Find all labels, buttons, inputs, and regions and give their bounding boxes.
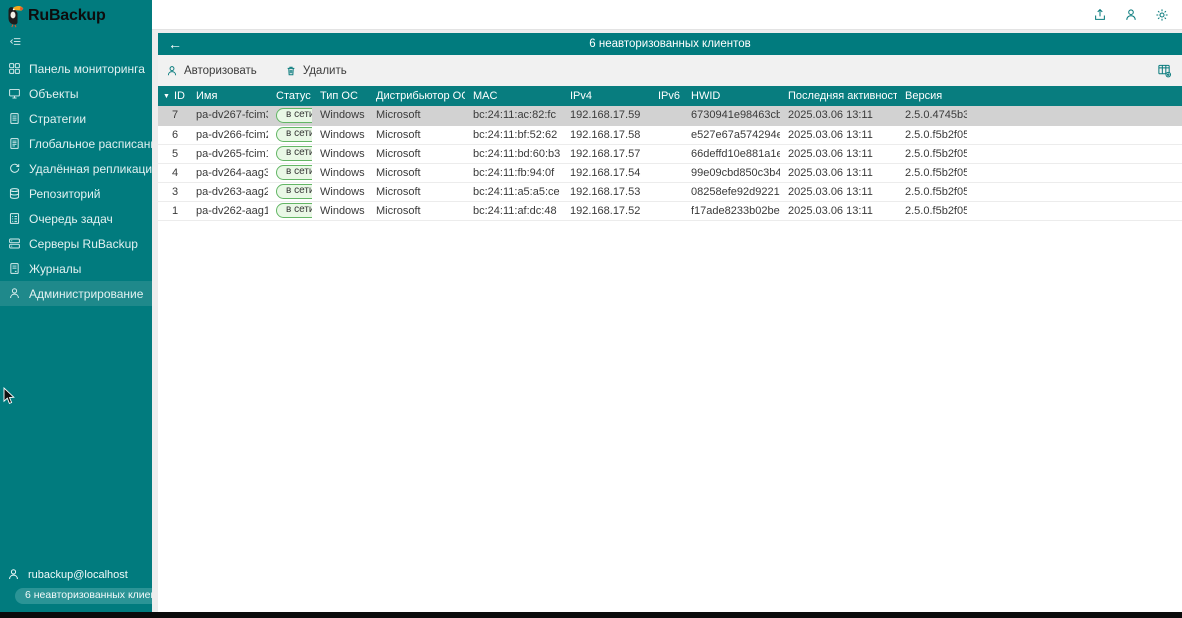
schedule-icon (10, 138, 19, 149)
status-badge: в сети (276, 203, 312, 218)
replication-icon (10, 163, 20, 173)
view-title: 6 неавторизованных клиентов (589, 38, 751, 50)
collapse-sidebar-icon (9, 38, 21, 45)
user-icon[interactable] (1124, 8, 1138, 22)
sidebar-item-journals[interactable]: Журналы (0, 256, 152, 281)
sidebar-item-monitoring-panel[interactable]: Панель мониторинга (0, 56, 152, 81)
column-header-last-activity[interactable]: Последняя активность (780, 86, 897, 106)
sidebar-footer: rubackup@localhost 6 неавторизованных кл… (0, 564, 183, 612)
settings-gear-icon[interactable] (1155, 8, 1169, 22)
unauthorized-clients-button[interactable]: 6 неавторизованных клиентов (7, 585, 183, 606)
column-settings-button[interactable] (1157, 63, 1172, 78)
column-settings-icon (1158, 64, 1172, 78)
app-logo: RuBackup (0, 0, 152, 28)
column-header-name[interactable]: Имя (188, 86, 268, 106)
status-badge: в сети (276, 146, 312, 161)
column-header-mac[interactable]: MAC (465, 86, 562, 106)
table-row[interactable]: 4 pa-dv264-aag3 в сети Windows Microsoft… (158, 163, 1182, 183)
sort-desc-icon: ▼ (163, 93, 170, 100)
sidebar-item-rubackup-servers[interactable]: Серверы RuBackup (0, 231, 152, 256)
column-header-os-vendor[interactable]: Дистрибьютор ОС (368, 86, 465, 106)
status-badge: в сети (276, 127, 312, 142)
delete-button[interactable]: Удалить (285, 65, 347, 77)
column-header-status[interactable]: Статус (268, 86, 312, 106)
servers-icon (9, 238, 20, 249)
table-body: 7 pa-dv267-fcim3 в сети Windows Microsof… (158, 106, 1182, 221)
logo-text: RuBackup (28, 7, 106, 24)
topbar (152, 0, 1182, 30)
sidebar-collapse-button[interactable] (0, 28, 152, 50)
task-list-icon (9, 213, 20, 224)
main-area: ← 6 неавторизованных клиентов Авторизова… (152, 0, 1182, 612)
upload-icon[interactable] (1093, 8, 1107, 22)
column-header-filler (967, 86, 1182, 106)
monitor-icon (9, 88, 20, 99)
table-row[interactable]: 1 pa-dv262-aag1 в сети Windows Microsoft… (158, 201, 1182, 221)
authorize-button[interactable]: Авторизовать (166, 65, 257, 77)
column-header-hwid[interactable]: HWID (683, 86, 780, 106)
column-header-id[interactable]: ▼ ID (158, 86, 188, 106)
status-badge: в сети (276, 107, 312, 123)
authorize-person-icon (167, 65, 177, 75)
user-icon (9, 569, 18, 580)
dashboard-icon (9, 63, 20, 74)
clients-table: ▼ ID Имя Статус Тип ОС Дистрибьютор ОС MA… (158, 86, 1182, 221)
clients-panel: Авторизовать Удалить ▼ ID Имя Статус Тип… (158, 55, 1182, 612)
table-row[interactable]: 5 pa-dv265-fcim1 в сети Windows Microsof… (158, 144, 1182, 164)
back-button[interactable]: ← (168, 37, 182, 51)
journal-icon (10, 263, 19, 274)
sidebar-item-strategies[interactable]: Стратегии (0, 106, 152, 131)
database-icon (9, 188, 20, 199)
sidebar-item-repository[interactable]: Репозиторий (0, 181, 152, 206)
sidebar: RuBackup Панель мониторинга Объекты Стра… (0, 0, 183, 612)
trash-icon (287, 66, 295, 75)
table-row[interactable]: 7 pa-dv267-fcim3 в сети Windows Microsof… (158, 106, 1182, 126)
table-row[interactable]: 3 pa-dv263-aag2 в сети Windows Microsoft… (158, 182, 1182, 202)
toucan-logo-icon (8, 6, 24, 28)
status-badge: в сети (276, 165, 312, 180)
column-header-os-type[interactable]: Тип ОС (312, 86, 368, 106)
column-header-ipv4[interactable]: IPv4 (562, 86, 650, 106)
content: ← 6 неавторизованных клиентов Авторизова… (152, 30, 1182, 612)
column-header-version[interactable]: Версия (897, 86, 967, 106)
table-header-row: ▼ ID Имя Статус Тип ОС Дистрибьютор ОС MA… (158, 86, 1182, 106)
rubackup-app: RuBackup Панель мониторинга Объекты Стра… (0, 0, 1182, 612)
toolbar: Авторизовать Удалить (158, 55, 1182, 86)
current-user[interactable]: rubackup@localhost (7, 564, 148, 585)
column-header-ipv6[interactable]: IPv6 (650, 86, 683, 106)
sidebar-item-administration[interactable]: Администрирование (0, 281, 152, 306)
person-icon (10, 288, 19, 299)
sidebar-item-objects[interactable]: Объекты (0, 81, 152, 106)
document-icon (10, 113, 19, 124)
current-user-label: rubackup@localhost (28, 568, 128, 581)
sidebar-item-global-schedule[interactable]: Глобальное расписание (0, 131, 164, 156)
sidebar-item-remote-replication[interactable]: Удалённая репликация (0, 156, 159, 181)
status-badge: в сети (276, 184, 312, 199)
sidebar-item-task-queue[interactable]: Очередь задач (0, 206, 152, 231)
sidebar-nav: Панель мониторинга Объекты Стратегии Гло… (0, 56, 164, 306)
table-row[interactable]: 6 pa-dv266-fcim2 в сети Windows Microsof… (158, 125, 1182, 145)
view-header: ← 6 неавторизованных клиентов (158, 33, 1182, 55)
